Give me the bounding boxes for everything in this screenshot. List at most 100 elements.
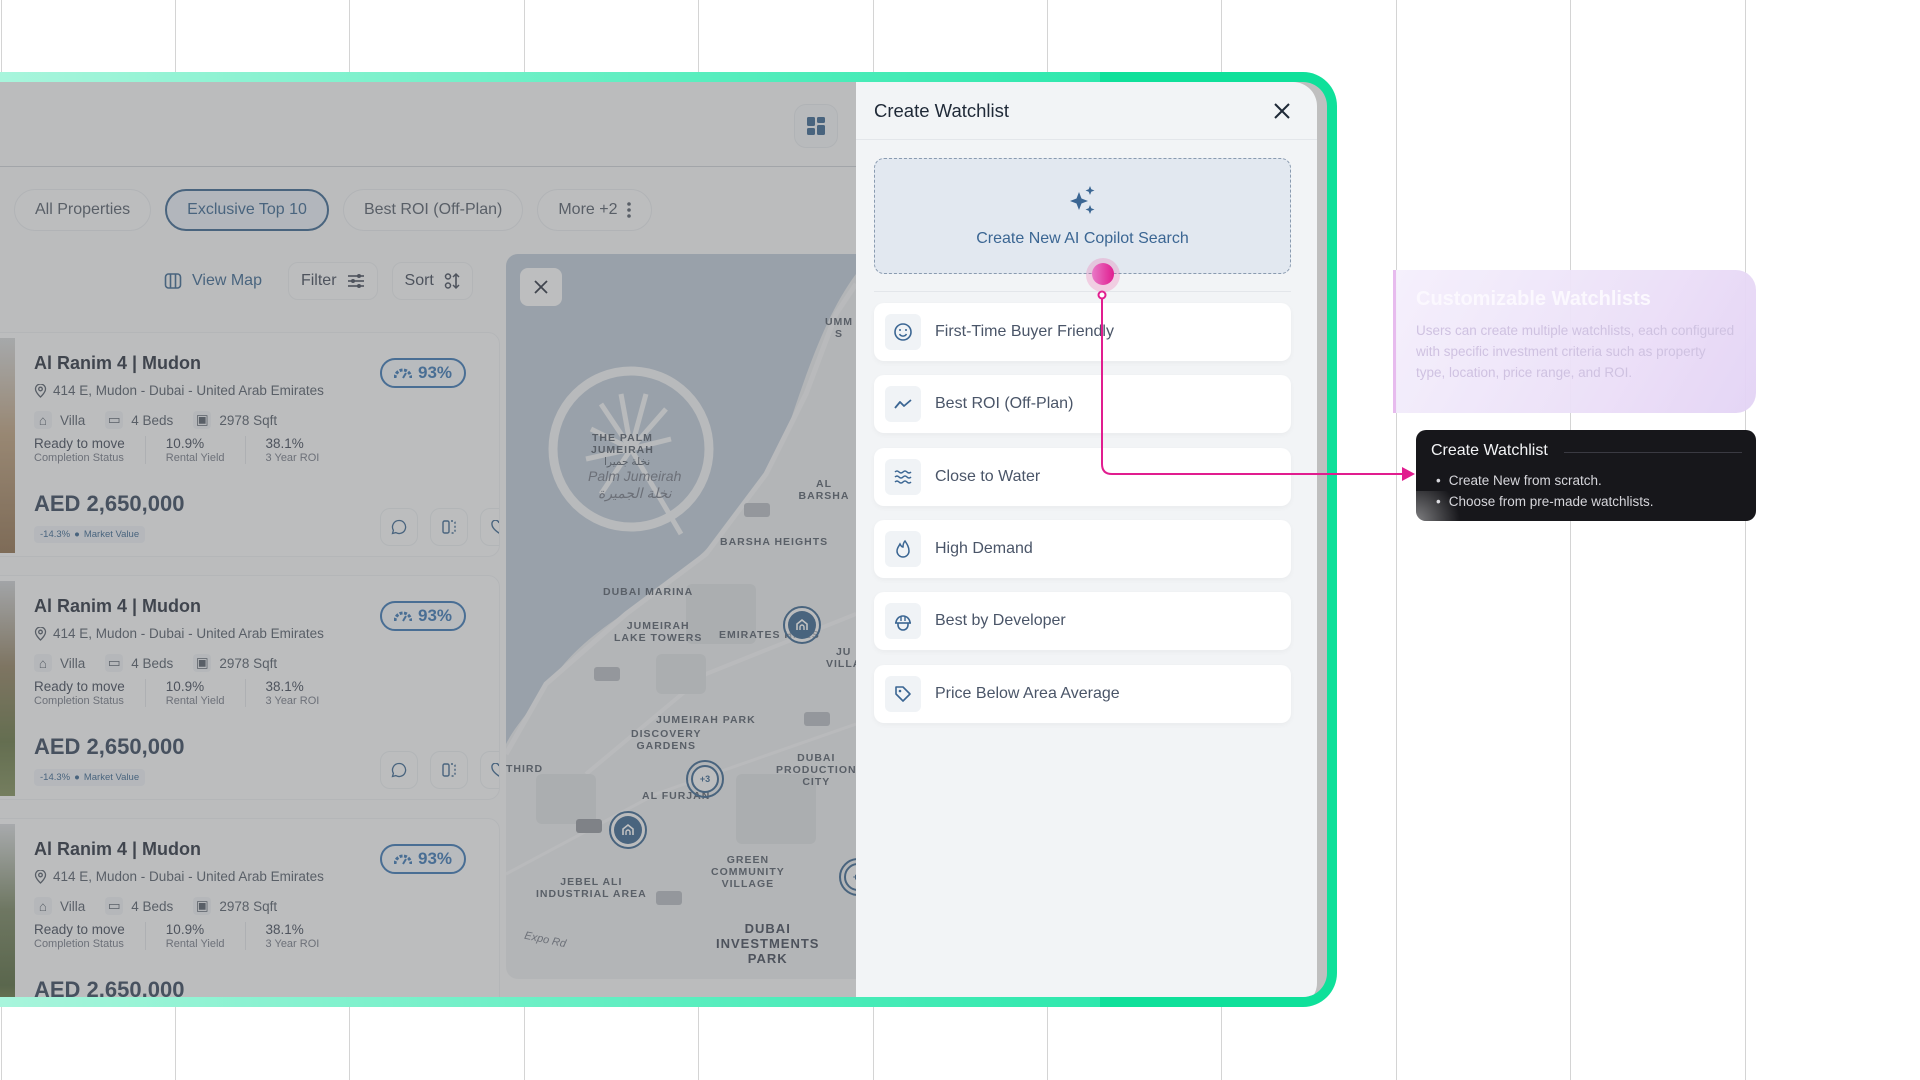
tooltip-texture <box>1416 491 1471 521</box>
property-title[interactable]: Al Ranim 4 | Mudon <box>34 353 201 374</box>
feature-text: Villa <box>60 412 86 428</box>
map-property-pin[interactable] <box>783 606 821 644</box>
app-window: All Properties Exclusive Top 10 Best ROI… <box>0 82 1327 997</box>
stat-value: 38.1% <box>265 679 304 694</box>
feature-text: 2978 Sqft <box>219 898 278 914</box>
whatsapp-button[interactable] <box>380 751 418 789</box>
view-map-button[interactable]: View Map <box>152 262 274 300</box>
feature-area: ▣ 2978 Sqft <box>193 654 277 672</box>
property-card[interactable]: Al Ranim 4 | Mudon 414 E, Mudon - Dubai … <box>0 332 500 557</box>
layout-toggle-button[interactable] <box>794 104 838 148</box>
map-label: DUBAI PRODUCTION CITY <box>776 752 856 789</box>
road-badge <box>576 819 602 833</box>
sort-button[interactable]: Sort <box>391 262 473 300</box>
stat-label: Completion Status <box>34 452 124 464</box>
compare-button[interactable] <box>430 508 468 546</box>
property-price: AED 2,650,000 <box>34 491 185 516</box>
property-title[interactable]: Al Ranim 4 | Mudon <box>34 839 201 860</box>
stat-label: 3 Year ROI <box>265 695 320 707</box>
property-card[interactable]: Al Ranim 4 | Mudon 414 E, Mudon - Dubai … <box>0 818 500 997</box>
map-label: DUBAI INVESTMENTS PARK <box>716 921 820 966</box>
ai-search-label: Create New AI Copilot Search <box>976 230 1189 247</box>
tooltip-title: Create Watchlist <box>1431 442 1548 459</box>
stat-roi: 38.1% 3 Year ROI <box>266 679 340 707</box>
stat-completion: Ready to move Completion Status <box>34 922 146 950</box>
frame-top-highlight <box>0 72 1100 82</box>
watchlist-option-high-demand[interactable]: High Demand <box>874 520 1291 578</box>
stat-label: 3 Year ROI <box>265 938 320 950</box>
sliders-icon <box>347 274 364 288</box>
property-address: 414 E, Mudon - Dubai - United Arab Emira… <box>34 383 324 398</box>
bed-icon: ▭ <box>105 897 124 915</box>
map-label: JEBEL ALI INDUSTRIAL AREA <box>536 876 647 901</box>
watchlist-option-price-below-average[interactable]: Price Below Area Average <box>874 665 1291 723</box>
property-image[interactable] <box>0 581 15 796</box>
watchlist-option-best-by-developer[interactable]: Best by Developer <box>874 592 1291 650</box>
road-badge <box>804 712 830 726</box>
property-card[interactable]: Al Ranim 4 | Mudon 414 E, Mudon - Dubai … <box>0 575 500 800</box>
map-view[interactable]: THE PALM JUMEIRAH نخلة جميرا Palm Jumeir… <box>506 254 856 979</box>
chip-more[interactable]: More +2 <box>537 189 653 231</box>
close-map-button[interactable] <box>520 268 562 306</box>
heart-icon <box>491 520 499 534</box>
property-features: ⌂ Villa ▭ 4 Beds ▣ 2978 Sqft <box>34 897 277 915</box>
house-icon: ⌂ <box>34 411 52 429</box>
property-image[interactable] <box>0 338 15 553</box>
close-icon <box>534 280 548 294</box>
panel-title: Create Watchlist <box>874 100 1010 121</box>
create-ai-copilot-search-button[interactable]: Create New AI Copilot Search <box>874 158 1291 274</box>
feature-type: ⌂ Villa <box>34 897 85 915</box>
road-badge <box>656 891 682 905</box>
stat-value: Ready to move <box>34 436 125 451</box>
feature-text: 4 Beds <box>131 898 174 914</box>
map-cluster[interactable]: +3 <box>686 760 724 798</box>
watchlist-option-label: Best ROI (Off-Plan) <box>935 395 1074 412</box>
close-panel-button[interactable] <box>1269 98 1295 124</box>
feature-title: Customizable Watchlists <box>1416 288 1651 310</box>
property-stats: Ready to move Completion Status 10.9% Rent… <box>34 436 359 464</box>
watchlist-option-close-to-water[interactable]: Close to Water <box>874 448 1291 506</box>
match-score-badge: 93% <box>380 358 467 388</box>
hotspot-marker[interactable] <box>1092 263 1114 285</box>
map-label: UMM S <box>824 316 854 341</box>
property-image[interactable] <box>0 824 15 997</box>
compare-button[interactable] <box>430 751 468 789</box>
annotation-tooltip: Create Watchlist Create New from scratch… <box>1416 430 1756 521</box>
chip-exclusive-top-10[interactable]: Exclusive Top 10 <box>165 189 329 231</box>
card-actions <box>380 508 499 546</box>
map-label: JUMEIRAH PARK <box>656 714 756 726</box>
stat-rental-yield: 10.9% Rental Yield <box>166 679 246 707</box>
stat-rental-yield: 10.9% Rental Yield <box>166 436 246 464</box>
hard-hat-icon <box>885 603 921 639</box>
stat-value: 10.9% <box>165 679 205 694</box>
top-bar <box>0 82 856 167</box>
map-label: THE PALM JUMEIRAH <box>591 432 654 457</box>
watchlist-option-first-time-buyer[interactable]: First-Time Buyer Friendly <box>874 303 1291 361</box>
home-icon <box>796 618 808 630</box>
property-title[interactable]: Al Ranim 4 | Mudon <box>34 596 201 617</box>
frame-bottom-highlight <box>0 997 1100 1007</box>
feature-text: 4 Beds <box>131 412 174 428</box>
stat-completion: Ready to move Completion Status <box>34 679 146 707</box>
whatsapp-button[interactable] <box>380 508 418 546</box>
chip-best-roi[interactable]: Best ROI (Off-Plan) <box>342 189 524 231</box>
feature-text: Villa <box>60 655 86 671</box>
cluster-count: +9 <box>844 863 856 891</box>
map-label: JUMEIRAH LAKE TOWERS <box>614 620 703 645</box>
map-property-pin[interactable] <box>609 811 647 849</box>
market-value-badge: -14.3% ● Market Value <box>34 769 146 786</box>
watchlist-option-label: High Demand <box>935 540 1033 557</box>
favorite-button[interactable] <box>480 751 499 789</box>
whatsapp-icon <box>391 519 407 535</box>
filter-button[interactable]: Filter <box>287 262 378 300</box>
create-watchlist-panel: Create Watchlist Create New AI Copilot S… <box>856 82 1317 997</box>
favorite-button[interactable] <box>480 508 499 546</box>
property-stats: Ready to move Completion Status 10.9% Rent… <box>34 679 359 707</box>
smile-icon <box>885 314 921 350</box>
watchlist-option-label: Price Below Area Average <box>935 685 1120 702</box>
chip-all-properties[interactable]: All Properties <box>14 189 152 231</box>
stat-value: Ready to move <box>34 679 125 694</box>
feature-text: 4 Beds <box>131 655 174 671</box>
watchlist-option-best-roi[interactable]: Best ROI (Off-Plan) <box>874 375 1291 433</box>
trend-line-icon <box>885 386 921 422</box>
